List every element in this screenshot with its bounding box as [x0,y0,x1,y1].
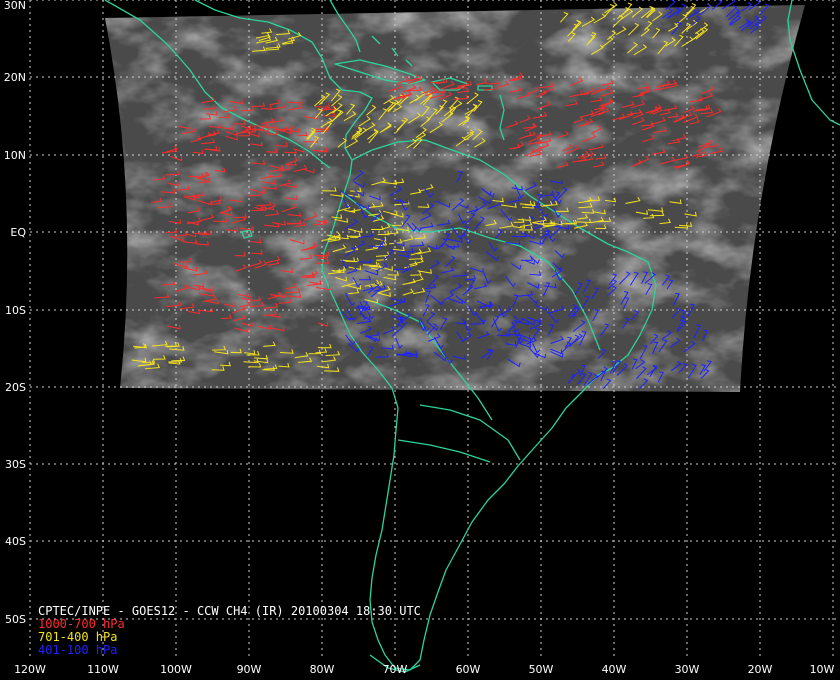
longitude-label: 40W [602,663,627,676]
latitude-label: 50S [5,613,26,626]
longitude-label: 30W [675,663,700,676]
map-title: CPTEC/INPE - GOES12 - CCW CH4 (IR) 20100… [38,604,421,618]
longitude-label: 60W [456,663,481,676]
longitude-label: 120W [14,663,46,676]
legend-low-level: 1000-700 hPa [38,617,125,631]
legend-mid-level: 701-400 hPa [38,630,118,644]
longitude-label: 70W [383,663,408,676]
ir-imagery-swath [105,5,805,392]
longitude-label: 20W [748,663,773,676]
latitude-label: 30N [4,0,26,12]
latitude-label: 30S [5,458,26,471]
latitude-label: 10S [5,304,26,317]
latitude-label: 20N [4,71,26,84]
satellite-wind-map: 30N 20N 10N EQ 10S 20S 30S 40S 50S 120W 110W 100W 9… [0,0,840,680]
latitude-label: EQ [10,226,26,239]
longitude-label: 50W [529,663,554,676]
longitude-label: 100W [160,663,192,676]
latitude-label: 40S [5,535,26,548]
longitude-label: 80W [310,663,335,676]
latitude-label: 10N [4,149,26,162]
longitude-label: 90W [237,663,262,676]
longitude-label: 10W [810,663,835,676]
latitude-label: 20S [5,381,26,394]
legend-high-level: 401-100 hPa [38,643,118,657]
longitude-label: 110W [87,663,119,676]
